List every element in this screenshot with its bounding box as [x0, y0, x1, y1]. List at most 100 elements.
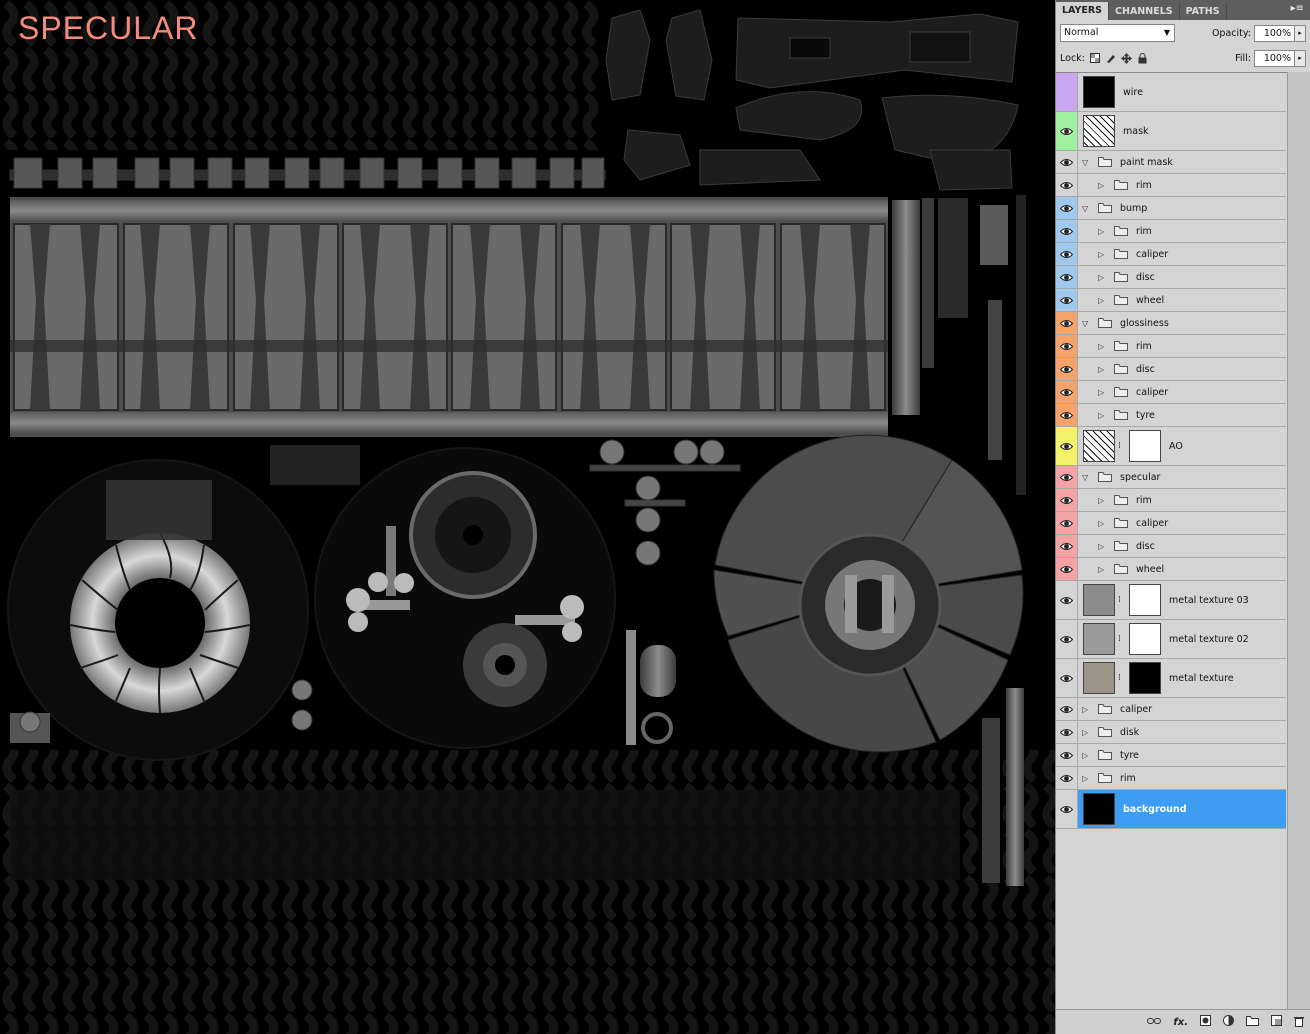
- layer-row[interactable]: ▷ rim: [1056, 220, 1286, 243]
- eye-icon[interactable]: [1056, 312, 1078, 334]
- link-icon[interactable]: [1147, 1017, 1162, 1028]
- eye-icon[interactable]: [1056, 151, 1078, 173]
- layer-row[interactable]: ▷ disk: [1056, 721, 1286, 744]
- layer-row[interactable]: ▷ caliper: [1056, 512, 1286, 535]
- layers-scrollbar[interactable]: [1287, 72, 1310, 1010]
- collapsed-triangle-icon[interactable]: ▷: [1098, 227, 1108, 236]
- collapsed-triangle-icon[interactable]: ▷: [1082, 705, 1092, 714]
- mask-link-icon[interactable]: ⁞: [1118, 441, 1126, 451]
- eye-icon[interactable]: [1056, 620, 1078, 658]
- layer-row[interactable]: ▷ disc: [1056, 358, 1286, 381]
- collapsed-triangle-icon[interactable]: ▷: [1098, 496, 1108, 505]
- mask-link-icon[interactable]: ⁞: [1118, 673, 1126, 683]
- layer-row[interactable]: background: [1056, 790, 1286, 829]
- tab-paths[interactable]: PATHS: [1180, 4, 1227, 20]
- lock-move-icon[interactable]: [1121, 52, 1133, 64]
- collapsed-triangle-icon[interactable]: ▷: [1082, 728, 1092, 737]
- eye-icon[interactable]: [1056, 112, 1078, 150]
- layer-row[interactable]: ▷ caliper: [1056, 698, 1286, 721]
- eye-icon[interactable]: [1056, 790, 1078, 828]
- adjustment-icon[interactable]: [1223, 1015, 1234, 1029]
- layer-mask-thumbnail[interactable]: [1129, 662, 1161, 694]
- collapsed-triangle-icon[interactable]: ▷: [1082, 751, 1092, 760]
- layer-row[interactable]: wire: [1056, 73, 1286, 112]
- eye-icon[interactable]: [1056, 243, 1078, 265]
- layer-row[interactable]: ▷ disc: [1056, 535, 1286, 558]
- collapsed-triangle-icon[interactable]: ▷: [1098, 342, 1108, 351]
- fill-stepper-icon[interactable]: ▸: [1295, 49, 1306, 67]
- collapsed-triangle-icon[interactable]: ▷: [1098, 542, 1108, 551]
- eye-icon[interactable]: [1056, 767, 1078, 789]
- layer-row[interactable]: ⁞ metal texture 02: [1056, 620, 1286, 659]
- eye-icon[interactable]: [1056, 721, 1078, 743]
- expanded-triangle-icon[interactable]: ▽: [1082, 158, 1092, 167]
- layer-row[interactable]: ⁞ metal texture: [1056, 659, 1286, 698]
- layer-row[interactable]: ▷ wheel: [1056, 289, 1286, 312]
- expanded-triangle-icon[interactable]: ▽: [1082, 204, 1092, 213]
- eye-icon[interactable]: [1056, 220, 1078, 242]
- layer-mask-thumbnail[interactable]: [1129, 430, 1161, 462]
- collapsed-triangle-icon[interactable]: ▷: [1098, 519, 1108, 528]
- layer-row[interactable]: ▷ rim: [1056, 174, 1286, 197]
- layer-row[interactable]: ▷ tyre: [1056, 404, 1286, 427]
- layer-row[interactable]: ▷ caliper: [1056, 243, 1286, 266]
- new-layer-icon[interactable]: [1271, 1015, 1282, 1029]
- layer-row[interactable]: ▽ specular: [1056, 466, 1286, 489]
- layer-row[interactable]: ▽ bump: [1056, 197, 1286, 220]
- eye-icon[interactable]: [1056, 489, 1078, 511]
- tab-layers[interactable]: LAYERS: [1056, 2, 1110, 20]
- layer-row[interactable]: ▷ rim: [1056, 767, 1286, 790]
- layer-row[interactable]: mask: [1056, 112, 1286, 151]
- collapsed-triangle-icon[interactable]: ▷: [1098, 273, 1108, 282]
- fx-icon[interactable]: fx.: [1173, 1017, 1188, 1028]
- eye-icon[interactable]: [1056, 581, 1078, 619]
- trash-icon[interactable]: [1294, 1015, 1304, 1030]
- eye-icon[interactable]: [1056, 512, 1078, 534]
- eye-icon[interactable]: [1056, 466, 1078, 488]
- eye-icon[interactable]: [1056, 358, 1078, 380]
- blend-mode-select[interactable]: Normal ▼: [1060, 24, 1175, 42]
- lock-paint-icon[interactable]: [1105, 52, 1117, 64]
- layer-row[interactable]: ▷ rim: [1056, 335, 1286, 358]
- mask-link-icon[interactable]: ⁞: [1118, 595, 1126, 605]
- eye-icon[interactable]: [1056, 289, 1078, 311]
- panel-menu-icon[interactable]: ▸≡: [1291, 3, 1304, 14]
- collapsed-triangle-icon[interactable]: ▷: [1082, 774, 1092, 783]
- collapsed-triangle-icon[interactable]: ▷: [1098, 565, 1108, 574]
- eye-icon[interactable]: [1056, 381, 1078, 403]
- eye-icon[interactable]: [1056, 174, 1078, 196]
- collapsed-triangle-icon[interactable]: ▷: [1098, 250, 1108, 259]
- expanded-triangle-icon[interactable]: ▽: [1082, 319, 1092, 328]
- layer-row[interactable]: ▷ wheel: [1056, 558, 1286, 581]
- collapsed-triangle-icon[interactable]: ▷: [1098, 181, 1108, 190]
- expanded-triangle-icon[interactable]: ▽: [1082, 473, 1092, 482]
- eye-icon[interactable]: [1056, 404, 1078, 426]
- lock-transparent-icon[interactable]: [1089, 52, 1101, 64]
- layer-mask-thumbnail[interactable]: [1129, 623, 1161, 655]
- group-icon[interactable]: [1246, 1015, 1259, 1029]
- eye-icon[interactable]: [1056, 197, 1078, 219]
- collapsed-triangle-icon[interactable]: ▷: [1098, 411, 1108, 420]
- tab-channels[interactable]: CHANNELS: [1109, 4, 1180, 20]
- layer-row[interactable]: ▽ paint mask: [1056, 151, 1286, 174]
- layer-row[interactable]: ▷ rim: [1056, 489, 1286, 512]
- collapsed-triangle-icon[interactable]: ▷: [1098, 296, 1108, 305]
- eye-icon[interactable]: [1056, 535, 1078, 557]
- collapsed-triangle-icon[interactable]: ▷: [1098, 388, 1108, 397]
- eye-icon[interactable]: [1056, 698, 1078, 720]
- eye-icon[interactable]: [1056, 335, 1078, 357]
- fill-field[interactable]: 100%: [1254, 49, 1295, 67]
- opacity-stepper-icon[interactable]: ▸: [1295, 24, 1306, 42]
- layer-row[interactable]: ⁞ AO: [1056, 427, 1286, 466]
- collapsed-triangle-icon[interactable]: ▷: [1098, 365, 1108, 374]
- eye-icon[interactable]: [1056, 558, 1078, 580]
- opacity-field[interactable]: 100%: [1254, 24, 1295, 42]
- document-canvas[interactable]: SPECULAR: [0, 0, 1055, 1034]
- lock-all-icon[interactable]: [1137, 52, 1149, 64]
- layer-row[interactable]: ⁞ metal texture 03: [1056, 581, 1286, 620]
- eye-icon[interactable]: [1056, 266, 1078, 288]
- eye-icon[interactable]: [1056, 659, 1078, 697]
- layer-mask-thumbnail[interactable]: [1129, 584, 1161, 616]
- mask-link-icon[interactable]: ⁞: [1118, 634, 1126, 644]
- mask-icon[interactable]: [1200, 1015, 1211, 1029]
